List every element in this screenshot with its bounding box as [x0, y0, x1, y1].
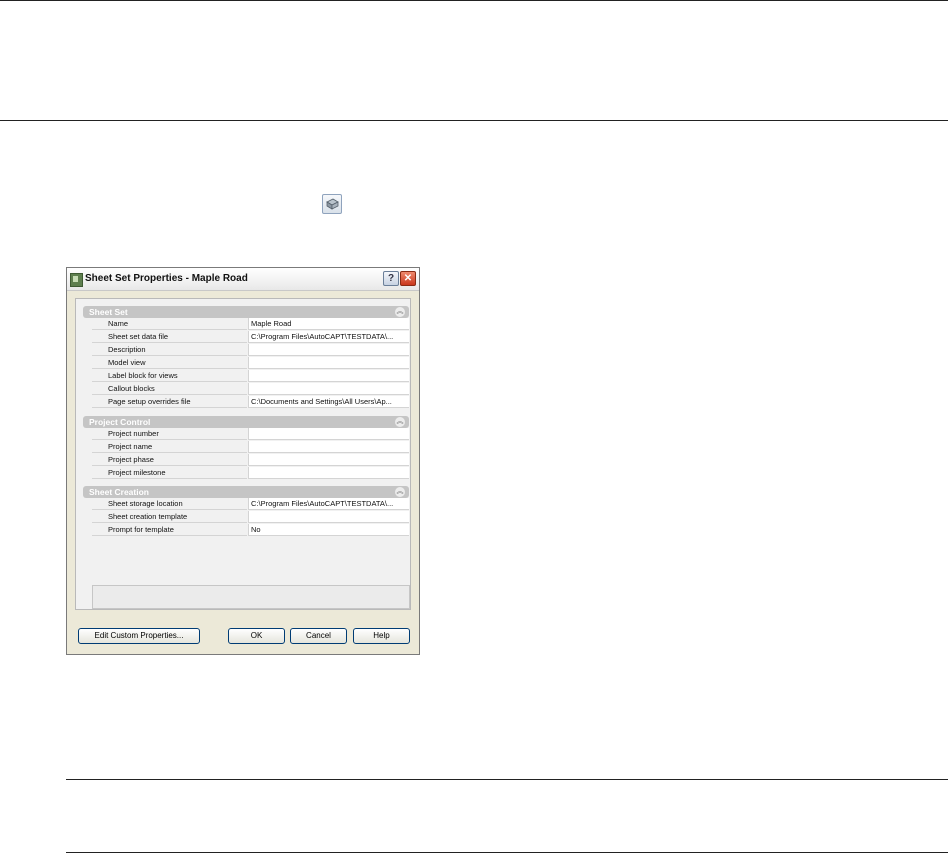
property-row[interactable]: Page setup overrides file C:\Documents a… — [92, 396, 409, 409]
header-rule — [0, 120, 948, 121]
property-row[interactable]: Name Maple Road — [92, 318, 409, 331]
cancel-button[interactable]: Cancel — [290, 628, 347, 644]
property-name: Callout blocks — [92, 383, 247, 395]
property-value[interactable] — [248, 357, 409, 369]
property-row[interactable]: Callout blocks — [92, 383, 409, 396]
section-header-sheet-set[interactable]: Sheet Set ︽ — [83, 306, 409, 318]
property-name: Page setup overrides file — [92, 396, 247, 408]
section-header-project-control[interactable]: Project Control ︽ — [83, 416, 409, 428]
property-row[interactable]: Project number — [92, 428, 409, 441]
top-rule — [0, 0, 948, 1]
property-row[interactable]: Model view — [92, 357, 409, 370]
ok-button[interactable]: OK — [228, 628, 285, 644]
property-row[interactable]: Sheet storage location C:\Program Files\… — [92, 498, 409, 511]
dialog-title: Sheet Set Properties - Maple Road — [85, 273, 248, 284]
property-value[interactable]: No — [248, 524, 409, 536]
property-name: Model view — [92, 357, 247, 369]
property-description-box — [92, 585, 410, 609]
property-row[interactable]: Prompt for template No — [92, 524, 409, 537]
property-row[interactable]: Project phase — [92, 454, 409, 467]
property-value[interactable] — [248, 454, 409, 466]
property-name: Description — [92, 344, 247, 356]
property-name: Project name — [92, 441, 247, 453]
titlebar-help-button[interactable]: ? — [383, 271, 399, 286]
property-value[interactable]: C:\Program Files\AutoCAPT\TESTDATA\... — [248, 498, 409, 510]
property-row[interactable]: Project name — [92, 441, 409, 454]
collapse-chevron-icon[interactable]: ︽ — [395, 487, 405, 497]
property-name: Label block for views — [92, 370, 247, 382]
property-name: Project number — [92, 428, 247, 440]
property-name: Sheet storage location — [92, 498, 247, 510]
sheet-set-app-icon — [70, 273, 83, 287]
property-row[interactable]: Description — [92, 344, 409, 357]
section-label: Project Control — [89, 417, 151, 427]
property-value[interactable]: Maple Road — [248, 318, 409, 330]
property-value[interactable] — [248, 428, 409, 440]
collapse-chevron-icon[interactable]: ︽ — [395, 417, 405, 427]
property-value[interactable] — [248, 383, 409, 395]
footer-rule-top — [66, 779, 948, 780]
property-value[interactable] — [248, 467, 409, 479]
property-name: Name — [92, 318, 247, 330]
section-header-sheet-creation[interactable]: Sheet Creation ︽ — [83, 486, 409, 498]
property-name: Project phase — [92, 454, 247, 466]
property-value[interactable] — [248, 441, 409, 453]
property-value[interactable] — [248, 511, 409, 523]
collapse-chevron-icon[interactable]: ︽ — [395, 307, 405, 317]
edit-custom-properties-button[interactable]: Edit Custom Properties... — [78, 628, 200, 644]
titlebar-close-button[interactable]: ✕ — [400, 271, 416, 286]
property-value[interactable] — [248, 344, 409, 356]
help-button[interactable]: Help — [353, 628, 410, 644]
property-value[interactable] — [248, 370, 409, 382]
dialog-titlebar: Sheet Set Properties - Maple Road ? ✕ — [67, 268, 419, 291]
sheet-set-properties-icon[interactable] — [322, 194, 342, 214]
sheet-set-properties-dialog: Sheet Set Properties - Maple Road ? ✕ Sh… — [66, 267, 420, 655]
section-label: Sheet Set — [89, 307, 128, 317]
property-name: Project milestone — [92, 467, 247, 479]
property-row[interactable]: Sheet set data file C:\Program Files\Aut… — [92, 331, 409, 344]
property-value[interactable]: C:\Program Files\AutoCAPT\TESTDATA\... — [248, 331, 409, 343]
property-row[interactable]: Project milestone — [92, 467, 409, 480]
property-value[interactable]: C:\Documents and Settings\All Users\Ap..… — [248, 396, 409, 408]
property-name: Prompt for template — [92, 524, 247, 536]
property-name: Sheet set data file — [92, 331, 247, 343]
property-row[interactable]: Label block for views — [92, 370, 409, 383]
property-name: Sheet creation template — [92, 511, 247, 523]
section-label: Sheet Creation — [89, 487, 149, 497]
property-row[interactable]: Sheet creation template — [92, 511, 409, 524]
